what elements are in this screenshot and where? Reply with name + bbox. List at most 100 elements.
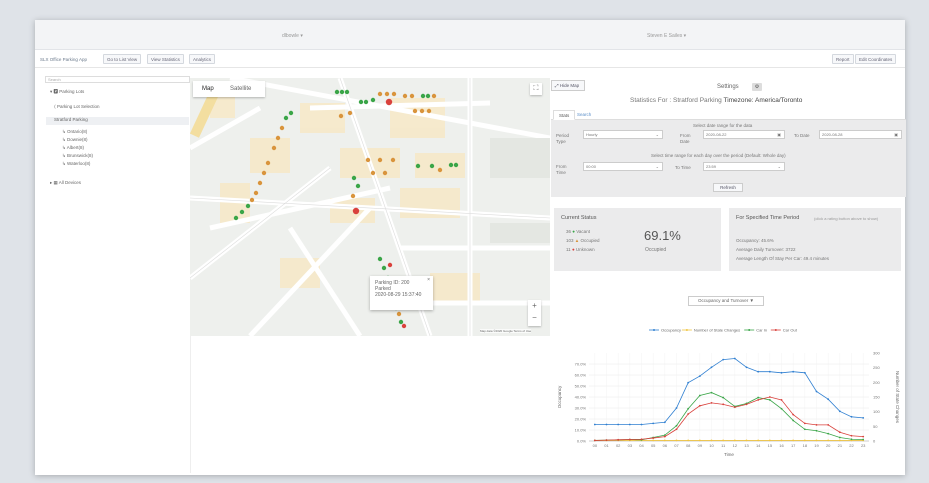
series-point — [698, 375, 701, 377]
zoom-control: + − — [528, 300, 541, 326]
series-point — [698, 404, 701, 407]
vacant-row: 36 ● Vacant — [566, 229, 590, 234]
series-point — [792, 439, 795, 442]
unknown-row: 11 ● Unknown — [566, 247, 595, 252]
gear-icon[interactable]: ⚙ — [752, 83, 762, 91]
search-input[interactable]: Search — [45, 76, 190, 83]
map-tab[interactable]: Map — [202, 86, 214, 92]
series-point — [687, 413, 690, 415]
x-tick-label: 11 — [721, 443, 726, 448]
x-tick-label: 02 — [616, 443, 621, 448]
from-date-value: 2020-08-22 — [706, 132, 727, 137]
series-point — [792, 419, 795, 422]
stats-heading: Statistics For : Stratford Parking Timez… — [630, 97, 802, 104]
vacant-label: Vacant — [576, 229, 590, 234]
x-tick-label: 20 — [826, 443, 831, 448]
settings-label: Settings — [717, 84, 739, 90]
x-tick-label: 19 — [814, 443, 819, 448]
tab-stats[interactable]: Stats — [553, 110, 576, 120]
satellite-tab[interactable]: Satellite — [230, 86, 251, 92]
series-point — [757, 439, 760, 442]
x-tick-label: 01 — [604, 443, 609, 448]
series-point — [803, 428, 806, 431]
y-tick-label: 20.0% — [575, 417, 587, 422]
to-date-value: 2020-08-28 — [822, 132, 843, 137]
period-avg-stay: Average Length Of Stay Per Car: 49.4 min… — [736, 256, 829, 261]
fullscreen-icon[interactable]: ⛶ — [530, 83, 542, 95]
series-point — [780, 371, 783, 374]
chevron-down-icon: ⌄ — [655, 132, 659, 137]
series-point — [792, 370, 795, 373]
series-line-0 — [594, 358, 864, 425]
series-point — [675, 428, 678, 431]
period-type-select[interactable]: Hourly ⌄ — [583, 130, 663, 139]
tree-ontario[interactable]: ↳ Ontario(8) — [62, 129, 87, 135]
x-tick-label: 09 — [698, 443, 703, 448]
tree-downie[interactable]: ↳ Downie(8) — [62, 137, 88, 143]
tree-lot-selection[interactable]: ⟨ Parking Lot Selection — [54, 104, 100, 110]
series-point — [710, 366, 713, 369]
series-point — [745, 403, 748, 406]
series-point — [827, 432, 830, 435]
current-status-title: Current Status — [561, 215, 597, 221]
to-date-input[interactable]: 2020-08-28 ▣ — [819, 130, 902, 139]
x-tick-label: 13 — [744, 443, 749, 448]
to-time-label: To Time — [675, 165, 691, 170]
legend-marker — [685, 329, 688, 331]
series-point — [675, 424, 678, 427]
date-range-label: Select date range for the data — [693, 123, 753, 128]
series-point — [628, 438, 631, 441]
legend-label-1: Number of State Changes — [694, 328, 740, 333]
tree-albert[interactable]: ↳ Albert(8) — [62, 145, 84, 151]
series-point — [687, 407, 690, 410]
analytics-button[interactable]: Analytics — [189, 54, 216, 64]
zoom-in-icon[interactable]: + — [528, 300, 541, 312]
period-type-value: Hourly — [586, 132, 598, 137]
tab-search[interactable]: Search — [577, 112, 591, 117]
series-point — [768, 396, 771, 398]
top-menu-left[interactable]: dlbowle ▾ — [282, 33, 303, 39]
edit-coordinates-button[interactable]: Edit Coordinates — [855, 54, 897, 64]
tree-all-devices[interactable]: ▸ ▦ All Devices — [50, 180, 81, 186]
refresh-button[interactable]: Refresh — [713, 183, 743, 192]
chevron-down-icon: ⌄ — [655, 164, 659, 169]
parking-map[interactable]: Map Satellite ⛶ + − Parking ID: 200 Park… — [190, 78, 550, 336]
x-tick-label: 06 — [663, 443, 668, 448]
series-point — [862, 417, 865, 419]
y-tick-label: 50.0% — [575, 384, 587, 389]
tree-waterloo[interactable]: ↳ Waterloo(8) — [62, 161, 90, 167]
tree-stratford-parking[interactable]: Stratford Parking — [46, 117, 189, 125]
series-point — [850, 438, 853, 441]
series-point — [838, 436, 841, 439]
series-point — [722, 439, 725, 442]
report-button[interactable]: Report — [832, 54, 854, 64]
chart-axes: 0.0% 10.0% 20.0% 30.0% 40.0% 50.0% 60.0% 70.0% 0… — [557, 351, 900, 458]
from-date-input[interactable]: 2020-08-22 ▣ — [703, 130, 785, 139]
x-tick-label: 16 — [779, 443, 784, 448]
series-point — [733, 357, 736, 360]
from-time-select[interactable]: 00:00 ⌄ — [583, 162, 663, 171]
series-line-2 — [594, 392, 864, 441]
occupied-count: 103 — [566, 238, 574, 243]
list-view-button[interactable]: Go to List View — [103, 54, 142, 64]
vacant-icon: ● — [572, 229, 575, 234]
view-statistics-button[interactable]: View Statistics — [147, 54, 184, 64]
chart-legend: Occupancy Number of State Changes Car In Ca… — [649, 328, 798, 333]
x-tick-label: 22 — [849, 443, 854, 448]
series-point — [652, 422, 655, 425]
user-menu[interactable]: Steven E Sailes ▾ — [647, 33, 686, 39]
series-point — [675, 439, 678, 442]
x-tick-label: 03 — [628, 443, 633, 448]
to-time-select[interactable]: 23:59 ⌄ — [703, 162, 785, 171]
tree-brunswick[interactable]: ↳ Brunswick(8) — [62, 153, 93, 159]
series-point — [652, 437, 655, 439]
zoom-out-icon[interactable]: − — [528, 312, 541, 324]
close-icon[interactable]: × — [427, 277, 430, 283]
legend-label-2: Car In — [756, 328, 767, 333]
series-point — [827, 439, 830, 442]
tree-parking-lots[interactable]: ▾ 🅿 Parking Lots — [50, 89, 84, 95]
chart-type-select[interactable]: Occupancy and Turnover ▼ — [688, 296, 764, 306]
occupied-icon: ▲ — [574, 238, 580, 243]
series-point — [815, 439, 818, 442]
hide-map-button[interactable]: ⤢ Hide Map — [551, 80, 585, 91]
